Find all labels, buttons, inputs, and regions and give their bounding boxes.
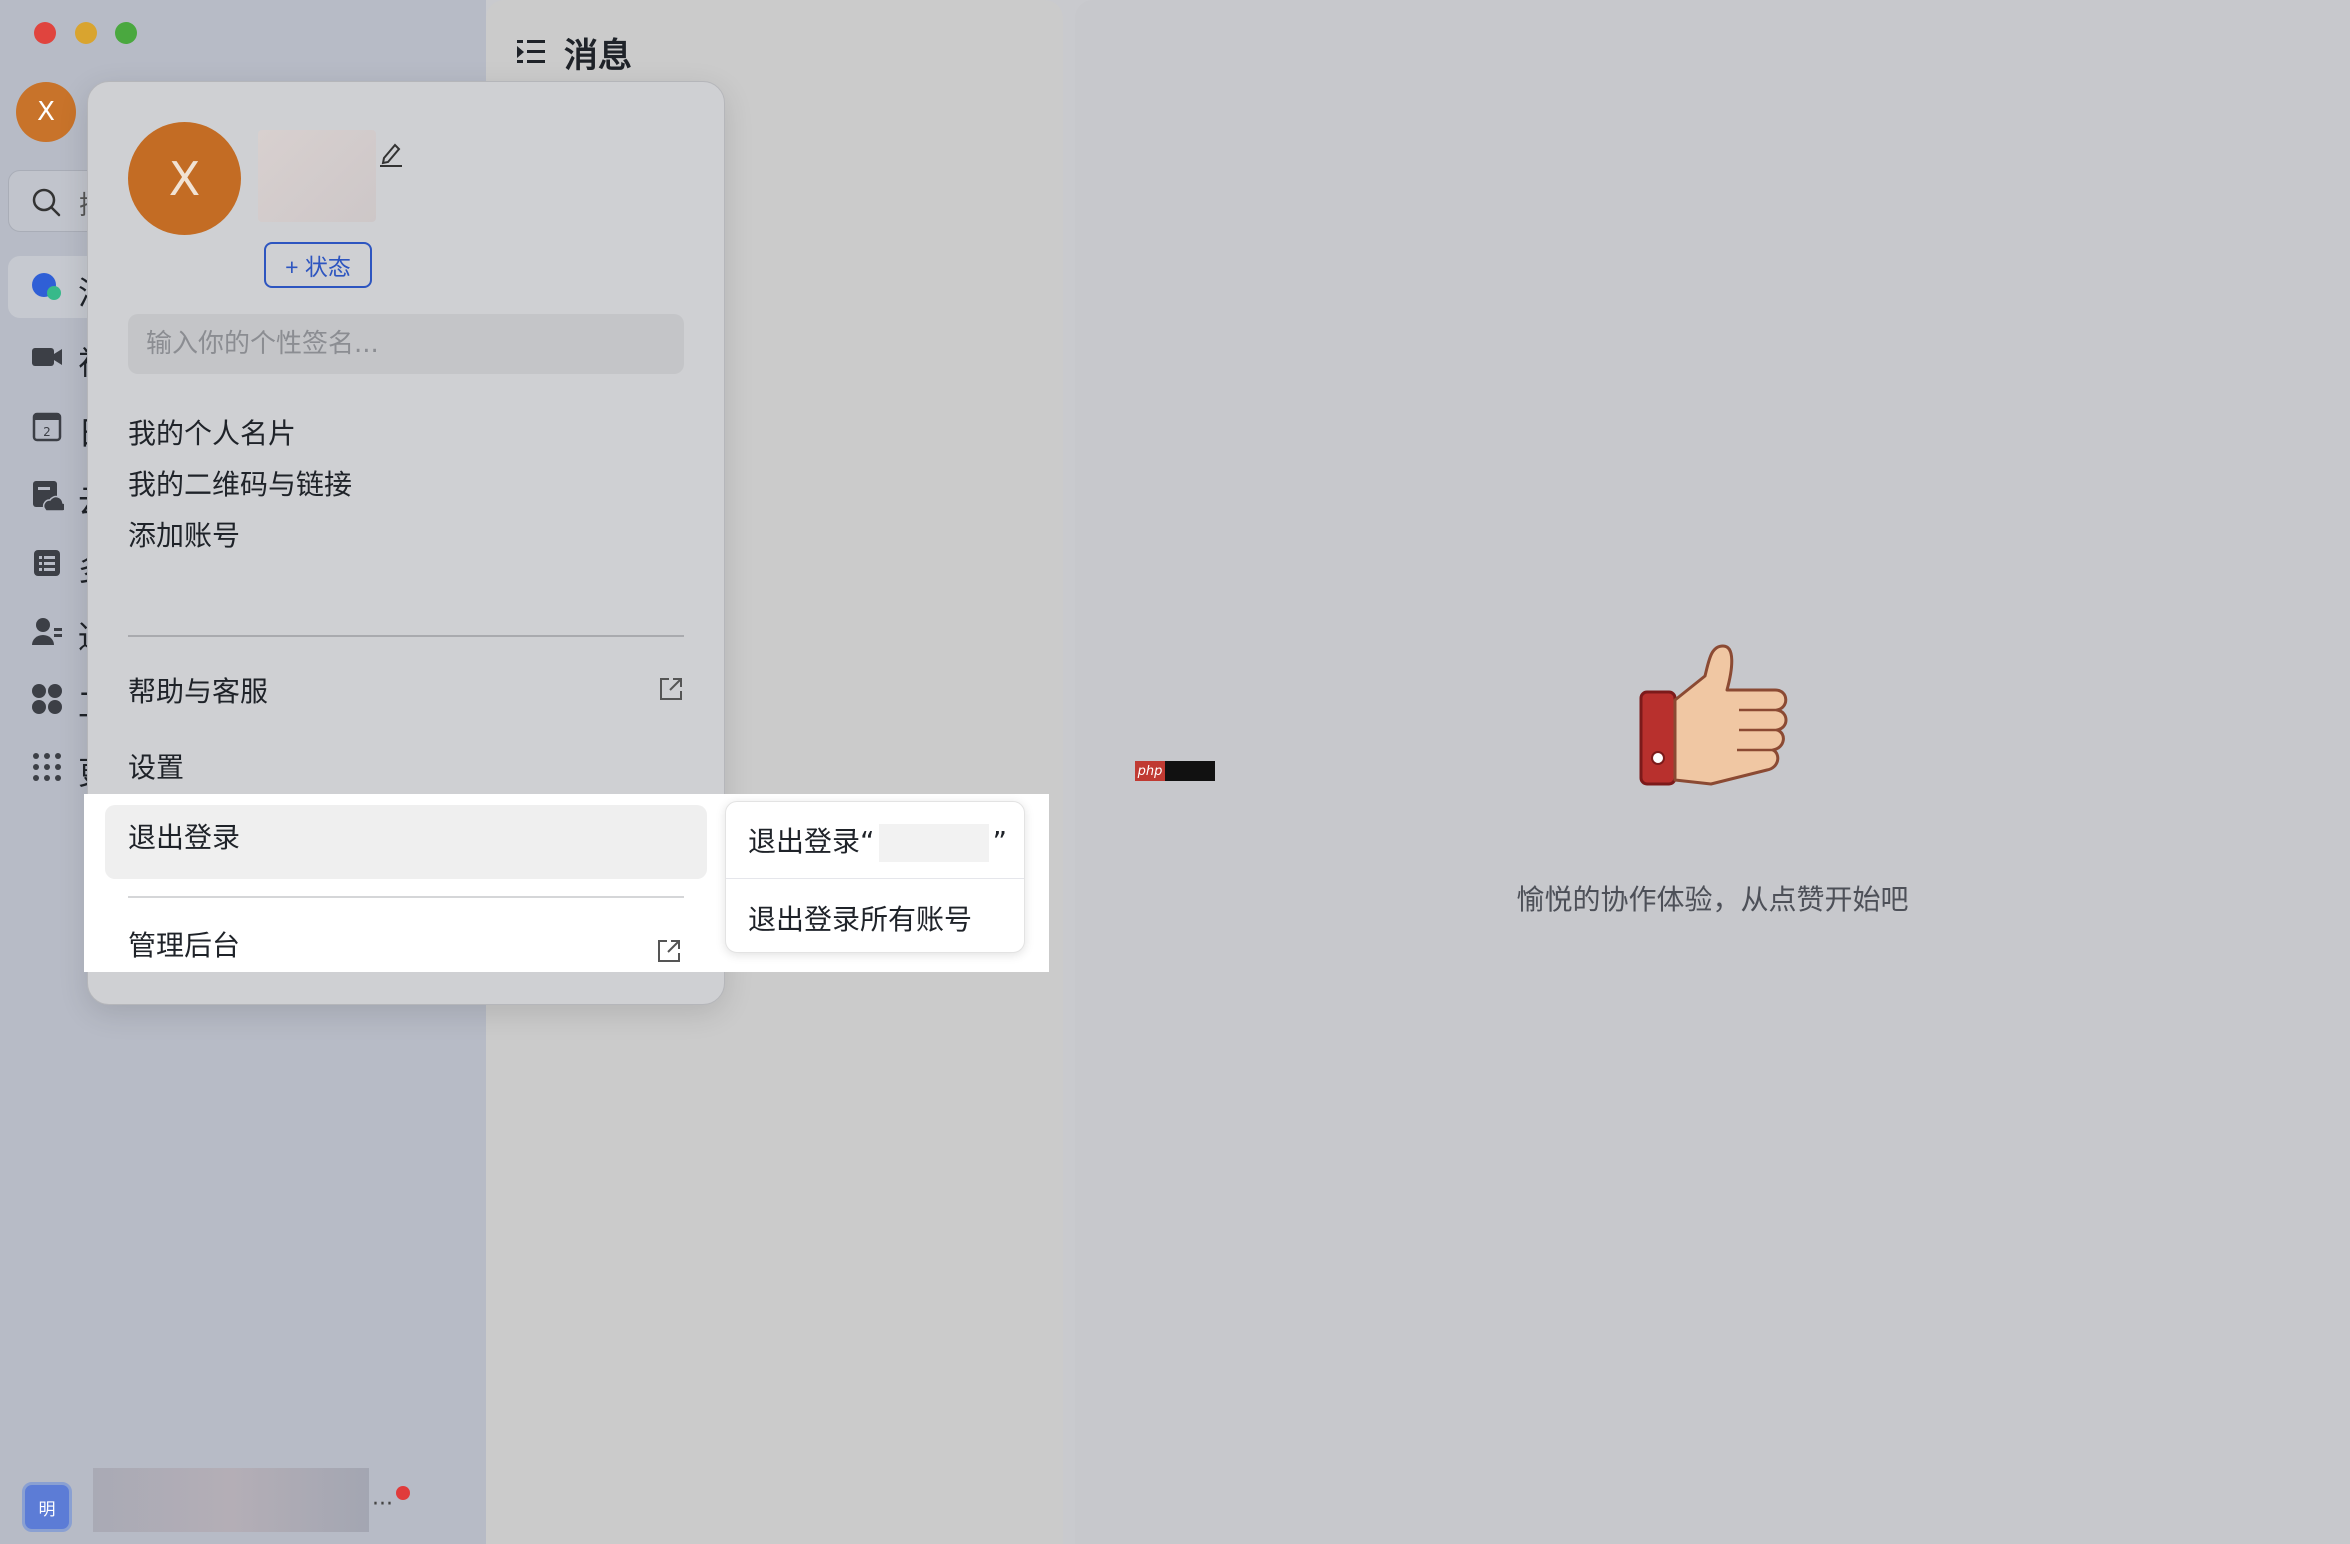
- notification-dot: [396, 1486, 410, 1500]
- window-minimize-button[interactable]: [75, 22, 97, 44]
- external-link-icon: [660, 678, 682, 700]
- menu-add-account[interactable]: 添加账号: [128, 506, 684, 562]
- menu-divider: [128, 896, 684, 898]
- edit-pencil-icon[interactable]: [378, 140, 404, 168]
- menu-label: 我的个人名片: [128, 417, 297, 450]
- submenu-label: 退出登录所有账号: [748, 903, 973, 936]
- menu-help[interactable]: 帮助与客服: [128, 662, 684, 718]
- svg-text:2: 2: [43, 425, 51, 439]
- panel-title: 消息: [564, 36, 632, 76]
- user-avatar[interactable]: X: [16, 82, 76, 142]
- add-status-button[interactable]: + 状态: [264, 242, 372, 288]
- php-watermark: php: [1135, 761, 1215, 781]
- list-icon: [34, 550, 60, 576]
- collapse-sidebar-icon[interactable]: [516, 38, 546, 66]
- cloud-docs-icon: [33, 481, 64, 512]
- menu-my-card[interactable]: 我的个人名片: [128, 404, 684, 460]
- submenu-label: 退出登录“: [748, 825, 875, 858]
- menu-label: 我的二维码与链接: [128, 468, 353, 501]
- empty-state-text: 愉悦的协作体验，从点赞开始吧: [1516, 883, 1909, 916]
- profile-name-redacted: [258, 130, 376, 222]
- window-maximize-button[interactable]: [115, 22, 137, 44]
- calendar-icon: 2: [32, 412, 62, 442]
- window-close-button[interactable]: [34, 22, 56, 44]
- account-name-redacted: [878, 824, 989, 862]
- tenant-name-redacted: [93, 1468, 369, 1532]
- menu-divider: [128, 635, 684, 637]
- menu-label: 添加账号: [128, 519, 241, 552]
- php-watermark-label: php: [1135, 761, 1165, 781]
- menu-settings[interactable]: 设置: [128, 738, 684, 794]
- menu-logout-label: 退出登录: [128, 821, 241, 854]
- external-link-icon: [658, 940, 680, 962]
- menu-label: 帮助与客服: [128, 675, 269, 708]
- logout-current-account[interactable]: 退出登录“ ”: [748, 820, 1007, 862]
- video-camera-icon: [32, 348, 62, 366]
- menu-label: 设置: [128, 751, 185, 784]
- signature-input[interactable]: [128, 314, 684, 374]
- tenant-badge[interactable]: 明: [22, 1482, 72, 1532]
- menu-qr-link[interactable]: 我的二维码与链接: [128, 455, 684, 511]
- more-apps-icon: [33, 753, 61, 781]
- logout-submenu: 退出登录“ ” 退出登录所有账号: [725, 801, 1025, 953]
- logout-all-accounts[interactable]: 退出登录所有账号: [748, 898, 972, 938]
- chat-bubble-icon: [32, 273, 61, 300]
- thumbs-up-icon: [1639, 644, 1788, 786]
- search-icon: [32, 188, 61, 217]
- contacts-icon: [32, 618, 62, 645]
- workplace-icon: [32, 684, 62, 714]
- more-options-button[interactable]: ···: [372, 1492, 393, 1517]
- submenu-divider: [726, 878, 1024, 879]
- submenu-label-suffix: ”: [992, 825, 1008, 858]
- menu-admin-console[interactable]: 管理后台: [128, 924, 240, 964]
- profile-avatar[interactable]: X: [128, 122, 241, 235]
- content-panel: 愉悦的协作体验，从点赞开始吧: [1075, 0, 2350, 1544]
